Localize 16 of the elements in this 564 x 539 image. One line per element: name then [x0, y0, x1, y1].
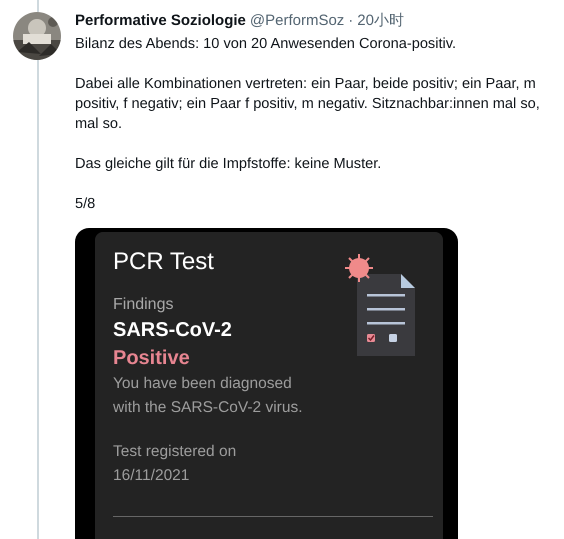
registered-date: 16/11/2021 — [113, 466, 190, 486]
registered-label: Test registered on — [113, 442, 238, 462]
tweet-text: 5/8 — [75, 195, 96, 214]
pathogen-name: SARS-CoV-2 — [113, 318, 233, 343]
test-result: Positive — [113, 346, 191, 371]
separator: · — [348, 11, 354, 31]
author-handle[interactable]: @PerformSoz — [250, 11, 344, 31]
timestamp[interactable]: 20小时 — [357, 11, 404, 31]
tweet-text: Bilanz des Abends: 10 von 20 Anwesenden Corona-positiv. — [75, 35, 458, 54]
tweet-text: Das gleiche gilt für die Impfstoffe: keine Muster. — [75, 155, 382, 174]
media-frame[interactable]: PCR Test Findings SARS-CoV-2 Positive You have been diagnosed with the SARS-CoV-2 virus. Test registered on 16/11/2021 — [75, 228, 458, 539]
tweet-text: Dabei alle Kombinationen vertreten: ein Paar, beide positiv; ein Paar, m positiv, f negativ; ein Paar f positiv, m negativ. Sitznachbar:innen mal so, mal so. — [75, 75, 541, 134]
author-name[interactable]: Performative Soziologie — [75, 11, 246, 31]
card-title: PCR Test — [113, 247, 215, 277]
findings-label: Findings — [113, 295, 174, 315]
result-description: You have been diagnosed with the SARS-CoV-2 virus. — [113, 374, 304, 418]
